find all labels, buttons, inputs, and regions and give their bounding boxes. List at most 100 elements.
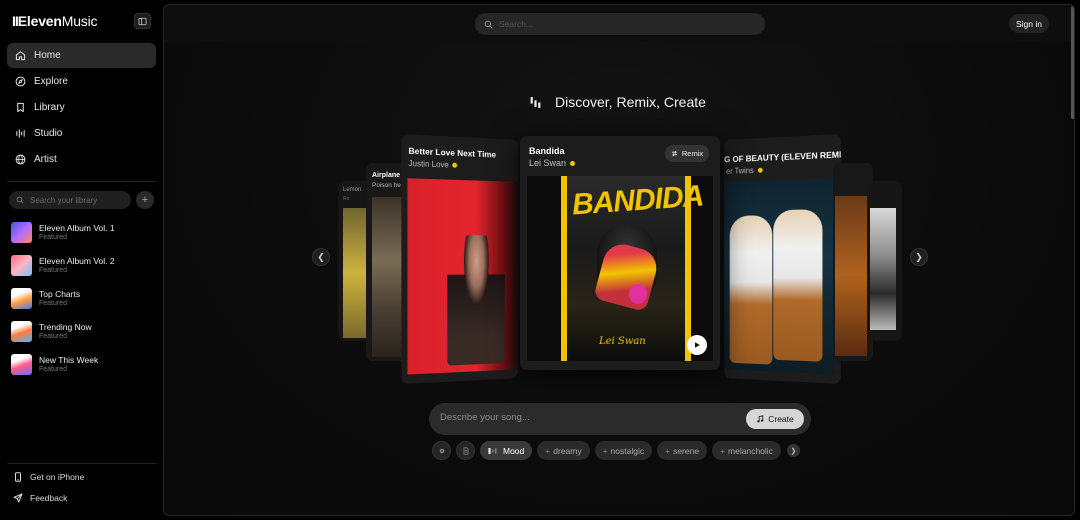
- list-item[interactable]: Eleven Album Vol. 2 Featured: [11, 249, 115, 282]
- song-prompt-bar: Create: [429, 403, 811, 435]
- nav-item-home[interactable]: Home: [7, 43, 156, 68]
- carousel-prev-button[interactable]: ❮: [312, 248, 330, 266]
- song-description-input[interactable]: [440, 412, 730, 423]
- global-search[interactable]: [475, 13, 765, 35]
- tags-next-button[interactable]: ❯: [787, 444, 800, 457]
- nav-item-studio[interactable]: Studio: [7, 121, 156, 146]
- tag-chip-dreamy[interactable]: + dreamy: [537, 441, 589, 460]
- compass-icon: [15, 76, 26, 87]
- home-icon: [15, 50, 26, 61]
- carousel-card-far-right[interactable]: [868, 181, 902, 341]
- playlist-thumbnail: [11, 255, 32, 276]
- playlist-name: Trending Now: [39, 322, 92, 332]
- play-button[interactable]: [687, 335, 707, 355]
- playlist-sub: Featured: [39, 365, 98, 374]
- send-icon: [13, 493, 23, 503]
- plus-icon: +: [142, 194, 148, 206]
- remix-button[interactable]: Remix: [665, 145, 709, 162]
- playlist-thumbnail: [11, 354, 32, 375]
- sign-in-button[interactable]: Sign in: [1009, 14, 1049, 33]
- add-to-library-button[interactable]: +: [136, 191, 154, 209]
- playlist-sub: Featured: [39, 233, 115, 242]
- artist-photo: [447, 235, 504, 366]
- list-item[interactable]: Top Charts Featured: [11, 282, 115, 315]
- playlist-name: Top Charts: [39, 289, 80, 299]
- mood-bars-icon: [488, 447, 498, 455]
- playlist-name: New This Week: [39, 355, 98, 365]
- logo-bold-text: Eleven: [18, 13, 62, 29]
- mood-chip[interactable]: Mood: [480, 441, 532, 460]
- app-logo[interactable]: IIElevenMusic: [12, 13, 97, 29]
- sidebar: IIElevenMusic Home Explore Library Studi…: [0, 0, 163, 520]
- card-title: G OF BEAUTY (ELEVEN REMIX): [724, 149, 841, 164]
- sidebar-divider: [7, 181, 157, 182]
- create-label: Create: [768, 414, 794, 424]
- sidebar-divider: [7, 463, 157, 464]
- lyrics-button[interactable]: [456, 441, 475, 460]
- playlist-sub: Featured: [39, 332, 92, 341]
- playlist-thumbnail: [11, 288, 32, 309]
- create-button[interactable]: Create: [746, 409, 804, 429]
- logo-rest-text: Music: [62, 13, 98, 29]
- get-on-iphone-link[interactable]: Get on iPhone: [13, 471, 84, 483]
- globe-icon: [15, 154, 26, 165]
- scrollbar[interactable]: [1071, 6, 1075, 119]
- nav-label: Home: [34, 50, 61, 61]
- music-note-icon: [756, 415, 764, 423]
- main-nav: Home Explore Library Studio Artist: [7, 43, 156, 173]
- card-cover: [835, 196, 867, 356]
- brand-mark-icon: [529, 96, 542, 109]
- carousel-card-left-1[interactable]: Better Love Next Time Justin Love: [401, 134, 518, 384]
- remix-icon: [671, 150, 678, 157]
- nav-item-explore[interactable]: Explore: [7, 69, 156, 94]
- play-icon: [693, 341, 701, 349]
- link-label: Feedback: [30, 493, 67, 503]
- search-input[interactable]: [499, 19, 739, 29]
- chip-label: serene: [673, 446, 699, 456]
- playlist-thumbnail: [11, 222, 32, 243]
- card-cover: [870, 208, 896, 330]
- tag-chip-melancholic[interactable]: + melancholic: [712, 441, 781, 460]
- document-icon: [462, 447, 470, 455]
- equalizer-icon: [15, 128, 26, 139]
- nav-label: Explore: [34, 76, 68, 87]
- remix-label: Remix: [682, 149, 703, 158]
- nav-item-artist[interactable]: Artist: [7, 147, 156, 172]
- list-item[interactable]: New This Week Featured: [11, 348, 115, 381]
- card-cover: BANDIDA Lei Swan: [527, 176, 713, 361]
- carousel-card-center[interactable]: Bandida Lei Swan Remix BANDIDA Lei Swan: [520, 136, 720, 370]
- list-item[interactable]: Trending Now Featured: [11, 315, 115, 348]
- nav-label: Library: [34, 102, 65, 113]
- library-search[interactable]: [9, 191, 131, 209]
- card-title: Better Love Next Time: [408, 146, 496, 160]
- rider-mask: [629, 284, 647, 304]
- plus-icon: +: [545, 446, 550, 456]
- tag-chip-nostalgic[interactable]: + nostalgic: [595, 441, 653, 460]
- nav-item-library[interactable]: Library: [7, 95, 156, 120]
- playlist-sub: Featured: [39, 266, 115, 275]
- chip-label: nostalgic: [611, 446, 645, 456]
- tag-chip-serene[interactable]: + serene: [657, 441, 707, 460]
- feedback-link[interactable]: Feedback: [13, 492, 67, 504]
- collapse-sidebar-button[interactable]: [134, 13, 151, 29]
- link-label: Get on iPhone: [30, 472, 84, 482]
- cover-signature-text: Lei Swan: [599, 336, 646, 347]
- carousel-next-button[interactable]: ❯: [910, 248, 928, 266]
- mood-label: Mood: [503, 446, 524, 456]
- chip-label: dreamy: [553, 446, 581, 456]
- card-artist: er Twins: [726, 166, 762, 176]
- playlist-list: Eleven Album Vol. 1 Featured Eleven Album…: [11, 216, 115, 381]
- carousel-card-right-2[interactable]: [833, 163, 873, 361]
- list-item[interactable]: Eleven Album Vol. 1 Featured: [11, 216, 115, 249]
- headline-text: Discover, Remix, Create: [555, 94, 706, 110]
- carousel-card-right-1[interactable]: G OF BEAUTY (ELEVEN REMIX) er Twins: [724, 134, 841, 384]
- card-title: Bandida: [529, 146, 565, 156]
- plus-icon: +: [720, 446, 725, 456]
- chip-label: melancholic: [728, 446, 773, 456]
- plus-icon: +: [603, 446, 608, 456]
- card-artist: Poison he: [372, 182, 401, 189]
- settings-button[interactable]: [432, 441, 451, 460]
- library-search-input[interactable]: [30, 196, 120, 205]
- chevron-right-icon: ❯: [791, 447, 797, 455]
- phone-icon: [13, 472, 23, 482]
